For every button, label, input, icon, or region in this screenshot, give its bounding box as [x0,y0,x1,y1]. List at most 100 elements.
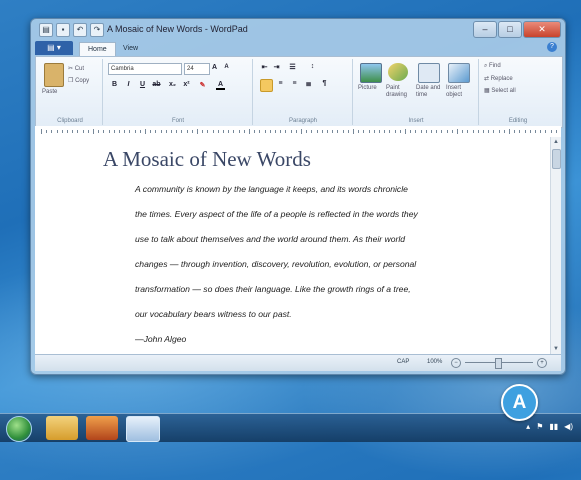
document-attribution[interactable]: —John Algeo [135,334,186,344]
picture-icon[interactable] [360,63,382,83]
italic-icon[interactable]: I [124,81,133,88]
document-line[interactable]: A community is known by the language it … [135,184,408,194]
paragraph-settings-icon[interactable]: ¶ [320,80,329,87]
ruler-tick [451,130,453,133]
document-line[interactable]: changes — through invention, discovery, … [135,259,416,269]
select-all-button[interactable]: ▦ Select all [484,87,516,94]
wordpad-taskbar-icon[interactable] [126,416,160,442]
save-icon[interactable]: ▪ [56,23,70,37]
subscript-icon[interactable]: x₂ [168,81,177,88]
picture-label[interactable]: Picture [358,85,377,91]
ruler-tick [129,130,131,133]
insert-object-icon[interactable] [448,63,470,83]
zoom-out-icon[interactable]: − [451,358,461,368]
paste-icon[interactable] [44,63,64,87]
zoom-in-icon[interactable]: + [537,358,547,368]
underline-icon[interactable]: U [138,81,147,88]
ruler-tick [488,130,490,133]
scroll-thumb[interactable] [552,149,561,169]
cut-button[interactable]: ✂ Cut [68,65,84,72]
font-family-select[interactable]: Cambria [108,63,182,75]
ribbon: Paste ✂ Cut ❐ Copy Clipboard Cambria 24 … [35,56,563,128]
document-line[interactable]: use to talk about themselves and the wor… [135,234,405,244]
app-menu-icon[interactable]: ▤ [39,23,53,37]
volume-icon[interactable]: ◀) [564,422,573,431]
align-right-icon[interactable]: ≡ [290,80,299,87]
explorer-taskbar-icon[interactable] [46,416,78,440]
ruler-tick [171,130,172,133]
select-all-label: Select all [491,88,516,94]
scroll-down-icon[interactable]: ▼ [552,345,560,353]
vertical-scrollbar[interactable]: ▲ ▼ [550,137,561,354]
font-color-icon[interactable]: A [216,81,225,90]
tab-home[interactable]: Home [79,42,116,56]
start-button[interactable] [6,416,32,442]
ruler-tick [301,129,302,134]
font-size-select[interactable]: 24 [184,63,210,75]
align-center-icon[interactable]: ≡ [276,80,285,87]
highlight-icon[interactable]: ✎ [198,81,207,89]
align-left-icon[interactable] [260,79,273,92]
shrink-font-icon[interactable]: A [222,64,231,70]
strikethrough-icon[interactable]: ab [152,81,161,88]
minimize-button[interactable]: – [473,21,497,38]
ruler-tick [264,130,266,133]
line-spacing-icon[interactable]: ↕ [308,63,317,70]
media-player-taskbar-icon[interactable] [86,416,118,440]
tab-view[interactable]: View [115,42,146,55]
callout-badge: A [501,384,538,421]
ruler-tick [41,129,42,134]
ruler-tick [46,130,48,133]
ruler-tick [181,130,183,133]
calendar-icon[interactable] [418,63,440,83]
ruler-tick [446,130,448,133]
help-icon[interactable]: ? [547,42,557,52]
find-button[interactable]: ⌕ Find [484,63,501,70]
maximize-button[interactable]: □ [498,21,522,38]
date-time-label[interactable]: Date and time [416,85,446,99]
ruler-tick [321,130,323,133]
ruler-tick [197,129,198,134]
document-line[interactable]: the times. Every aspect of the life of a… [135,209,418,219]
ruler-tick [212,130,214,133]
bullets-icon[interactable]: ☰ [288,63,297,71]
justify-icon[interactable]: ≣ [304,80,313,88]
title-bar[interactable]: ▤ ▪ ↶ ↷ A Mosaic of New Words - WordPad … [31,19,565,41]
decrease-indent-icon[interactable]: ⇤ [260,63,269,71]
ruler-tick [332,130,334,133]
paint-drawing-label[interactable]: Paint drawing [386,85,416,99]
replace-button[interactable]: ⇄ Replace [484,75,513,82]
bold-icon[interactable]: B [110,81,119,88]
ruler-tick [113,130,115,133]
application-menu-button[interactable]: ▤ ▾ [35,41,73,55]
scroll-up-icon[interactable]: ▲ [552,138,560,146]
ruler-tick [249,129,250,134]
ruler-tick [139,130,141,133]
ruler-tick [327,130,328,133]
copy-button[interactable]: ❐ Copy [68,77,89,84]
zoom-slider-thumb[interactable] [495,358,502,369]
superscript-icon[interactable]: x² [182,81,191,88]
ruler-tick [353,129,354,134]
grow-font-icon[interactable]: A [210,64,219,71]
increase-indent-icon[interactable]: ⇥ [272,63,281,71]
redo-icon[interactable]: ↷ [90,23,104,37]
paint-drawing-icon[interactable] [388,63,408,81]
ruler-tick [431,130,432,133]
document-line[interactable]: transformation — so does their language.… [135,284,411,294]
document-title[interactable]: A Mosaic of New Words [103,147,311,172]
close-button[interactable]: ✕ [523,21,561,38]
action-center-icon[interactable]: ⚑ [536,422,543,431]
ruler-tick [420,130,422,133]
paste-label[interactable]: Paste [42,89,57,95]
ruler-tick [373,130,375,133]
wordpad-window[interactable]: ▤ ▪ ↶ ↷ A Mosaic of New Words - WordPad … [30,18,566,375]
ruler-tick [519,130,521,133]
document-line[interactable]: our vocabulary bears witness to our past… [135,309,292,319]
tray-expand-icon[interactable]: ▴ [526,422,530,431]
undo-icon[interactable]: ↶ [73,23,87,37]
network-icon[interactable]: ▮▮ [549,422,558,431]
ruler-tick [233,130,235,133]
insert-object-label[interactable]: Insert object [446,85,476,99]
document-area[interactable]: A Mosaic of New Words A community is kno… [35,137,551,354]
